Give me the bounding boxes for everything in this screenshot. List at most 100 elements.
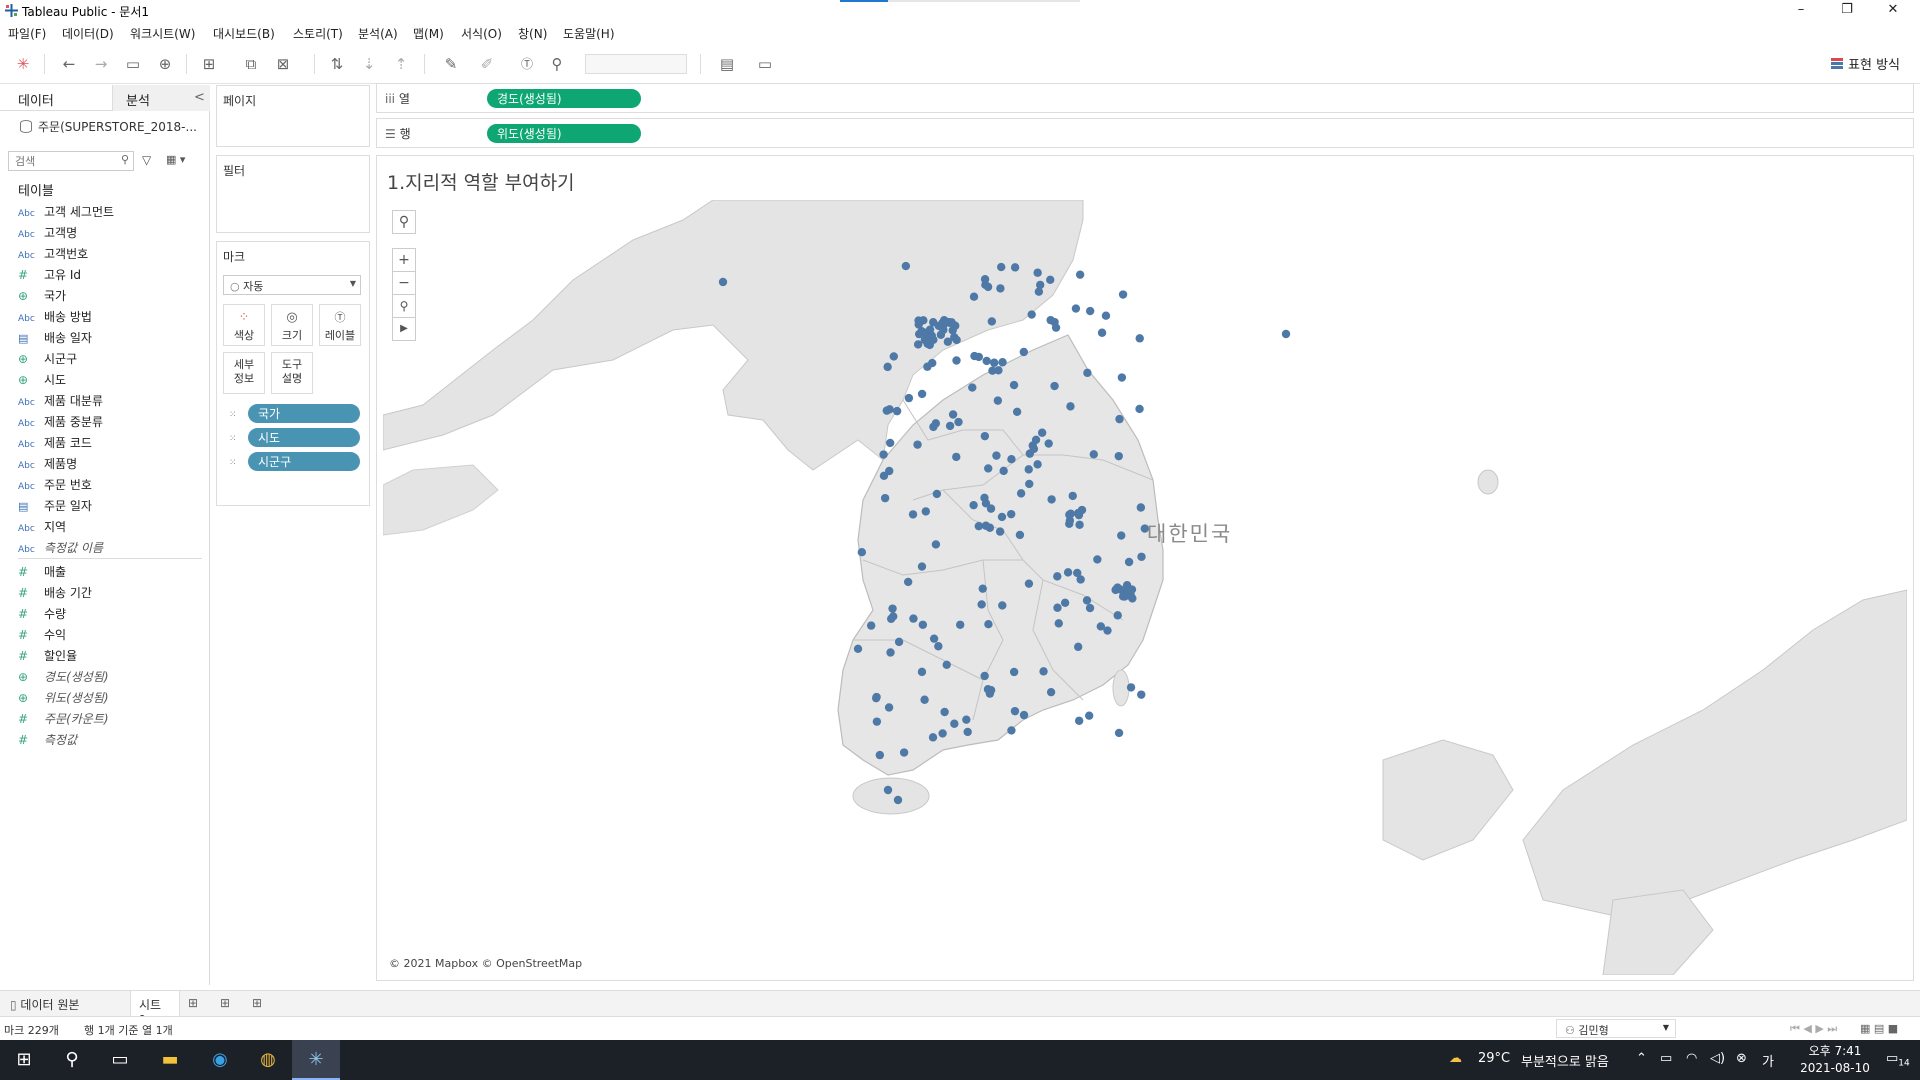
map-point[interactable] bbox=[993, 396, 1003, 405]
map-point[interactable] bbox=[1046, 275, 1055, 285]
map-point[interactable] bbox=[1034, 287, 1044, 296]
map-point[interactable] bbox=[948, 410, 958, 419]
field-item[interactable]: Abc 제품 대분류 bbox=[18, 392, 103, 410]
map-point[interactable] bbox=[886, 648, 895, 657]
map-point[interactable] bbox=[998, 358, 1007, 367]
size-button[interactable]: ◎ 크기 bbox=[271, 304, 313, 346]
map-point[interactable] bbox=[718, 277, 728, 287]
map-point[interactable] bbox=[999, 466, 1008, 476]
map-point[interactable] bbox=[1073, 568, 1082, 578]
weather-temp[interactable]: 29°C bbox=[1478, 1051, 1510, 1066]
filters-card[interactable]: 필터 bbox=[216, 155, 370, 233]
field-item[interactable]: Abc 제품명 bbox=[18, 455, 77, 473]
map-point[interactable] bbox=[1073, 642, 1083, 652]
map-point[interactable] bbox=[986, 685, 996, 695]
map-point[interactable] bbox=[1053, 572, 1062, 581]
show-me-button[interactable]: 표현 방식 bbox=[1831, 54, 1900, 73]
map-point[interactable] bbox=[872, 717, 882, 726]
tab-analysis[interactable]: 분석 bbox=[126, 90, 150, 109]
map-point[interactable] bbox=[1068, 491, 1077, 501]
field-item[interactable]: ▤ 주문 일자 bbox=[18, 497, 92, 515]
field-item[interactable]: ⊕ 위도(생성됨) bbox=[18, 689, 109, 707]
user-dropdown[interactable]: ⚇ 김민형 ▼ bbox=[1556, 1019, 1676, 1038]
map-point[interactable] bbox=[1019, 710, 1029, 720]
map-point[interactable] bbox=[1031, 435, 1041, 445]
field-search[interactable]: ⚲ bbox=[8, 151, 134, 171]
map-point[interactable] bbox=[938, 318, 947, 328]
menu-story[interactable]: 스토리(T) bbox=[293, 25, 343, 42]
minimize-button[interactable]: – bbox=[1778, 0, 1824, 22]
redo-icon[interactable]: → bbox=[90, 53, 112, 75]
map-point[interactable] bbox=[998, 601, 1007, 610]
map-point[interactable] bbox=[1009, 380, 1019, 390]
map-point[interactable] bbox=[1009, 667, 1019, 677]
map-point[interactable] bbox=[903, 577, 913, 587]
map-point[interactable] bbox=[893, 795, 903, 805]
map-point[interactable] bbox=[904, 393, 914, 403]
field-item[interactable]: # 수량 bbox=[18, 605, 66, 623]
map-point[interactable] bbox=[880, 493, 890, 503]
edge-icon[interactable]: ◉ bbox=[196, 1040, 244, 1080]
color-button[interactable]: ⁘ 색상 bbox=[223, 304, 265, 346]
map-point[interactable] bbox=[928, 733, 938, 742]
menu-format[interactable]: 서식(O) bbox=[461, 25, 502, 42]
restore-button[interactable]: ❐ bbox=[1824, 0, 1870, 22]
map-point[interactable] bbox=[1039, 667, 1048, 676]
map-point[interactable] bbox=[938, 729, 947, 738]
map-point[interactable] bbox=[980, 671, 989, 681]
map-point[interactable] bbox=[901, 261, 911, 271]
close-button[interactable]: ✕ bbox=[1870, 0, 1916, 22]
swap-icon[interactable]: ⇅ bbox=[326, 53, 348, 75]
map-point[interactable] bbox=[921, 507, 931, 516]
map-point[interactable] bbox=[918, 620, 928, 629]
view-toggle-icons[interactable]: ▦ ▤ ■ bbox=[1860, 1022, 1898, 1035]
file-explorer-icon[interactable]: ▬ bbox=[146, 1040, 194, 1080]
map-point[interactable] bbox=[879, 471, 889, 480]
map-point[interactable] bbox=[1281, 329, 1291, 339]
clear-icon[interactable]: ⊠ bbox=[272, 53, 294, 75]
map-point[interactable] bbox=[1089, 450, 1098, 459]
map-point[interactable] bbox=[978, 584, 987, 593]
chrome-icon[interactable]: ◍ bbox=[244, 1040, 292, 1080]
map-point[interactable] bbox=[1007, 726, 1016, 735]
map-point[interactable] bbox=[963, 727, 972, 737]
map-point[interactable] bbox=[954, 417, 963, 427]
field-item[interactable]: Abc 고객명 bbox=[18, 224, 77, 242]
map-point[interactable] bbox=[974, 352, 984, 362]
map-point[interactable] bbox=[1025, 479, 1034, 489]
map-point[interactable] bbox=[909, 614, 918, 623]
map-point[interactable] bbox=[1113, 611, 1122, 620]
map-point[interactable] bbox=[962, 715, 971, 724]
new-dashboard-icon[interactable]: ⊞ bbox=[220, 996, 230, 1010]
map-point[interactable] bbox=[943, 337, 953, 346]
label-toggle-icon[interactable]: Ⓣ bbox=[516, 53, 538, 75]
battery-icon[interactable]: ▭ bbox=[1660, 1051, 1672, 1066]
menu-worksheet[interactable]: 워크시트(W) bbox=[130, 25, 195, 42]
label-button[interactable]: Ⓣ 레이블 bbox=[319, 304, 361, 346]
sort-asc-icon[interactable]: ⇣ bbox=[358, 53, 380, 75]
map-point[interactable] bbox=[1063, 568, 1073, 577]
map-point[interactable] bbox=[950, 719, 959, 728]
volume-icon[interactable]: ◁) bbox=[1710, 1051, 1725, 1066]
map-point[interactable] bbox=[1046, 687, 1056, 697]
pill-country[interactable]: 국가 bbox=[248, 404, 360, 423]
field-item[interactable]: # 주문(카운트) bbox=[18, 710, 109, 728]
map-point[interactable] bbox=[1122, 585, 1131, 594]
field-item[interactable]: # 측정값 bbox=[18, 731, 77, 749]
map-point[interactable] bbox=[879, 450, 888, 459]
map-point[interactable] bbox=[1033, 460, 1042, 469]
map-point[interactable] bbox=[997, 512, 1007, 522]
map-point[interactable] bbox=[1010, 706, 1020, 716]
map-point[interactable] bbox=[885, 438, 895, 448]
map-point[interactable] bbox=[1047, 495, 1056, 504]
map-point[interactable] bbox=[1082, 596, 1092, 605]
map-point[interactable] bbox=[1085, 603, 1095, 613]
collapse-pane-icon[interactable]: < bbox=[194, 90, 205, 105]
map-point[interactable] bbox=[899, 748, 909, 757]
map-point[interactable] bbox=[917, 667, 927, 677]
pill-city[interactable]: 시군구 bbox=[248, 452, 360, 471]
menu-data[interactable]: 데이터(D) bbox=[62, 25, 114, 42]
map-point[interactable] bbox=[1012, 407, 1022, 417]
field-item[interactable]: Abc 측정값 이름 bbox=[18, 539, 103, 557]
map-point[interactable] bbox=[1053, 603, 1062, 612]
